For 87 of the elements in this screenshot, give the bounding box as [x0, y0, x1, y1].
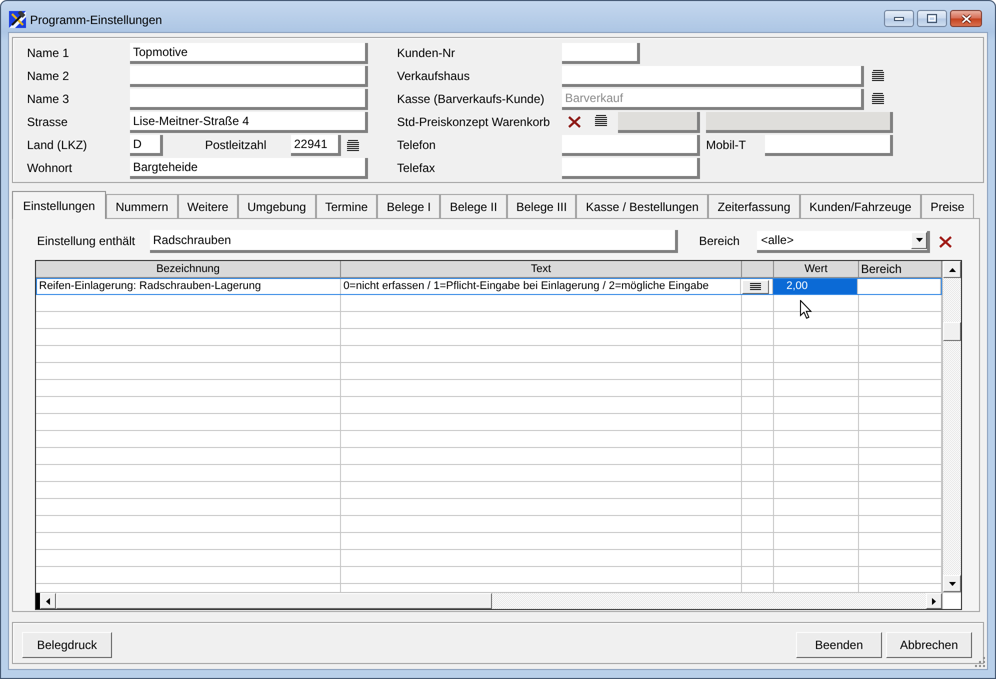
- list-icon[interactable]: [347, 140, 359, 151]
- field-label: Std-Preiskonzept Warenkorb: [397, 114, 551, 131]
- field-label: Name 2: [27, 68, 70, 85]
- column-header[interactable]: Bereich: [859, 261, 942, 278]
- field-label: Telefax: [397, 160, 436, 177]
- field-label: Bereich: [699, 233, 741, 250]
- scrollbar-thumb[interactable]: [56, 593, 492, 609]
- field-label: Strasse: [27, 114, 69, 131]
- tab[interactable]: Kunden/Fahrzeuge: [800, 194, 921, 218]
- field-label: Name 3: [27, 91, 70, 108]
- cross-icon[interactable]: [568, 116, 581, 128]
- up-arrow-icon: [948, 268, 956, 272]
- dialog-button[interactable]: Beenden: [796, 632, 882, 658]
- lookup-field[interactable]: Barverkauf: [562, 89, 864, 110]
- field-label: Kasse (Barverkaufs-Kunde): [397, 91, 546, 108]
- tab[interactable]: Umgebung: [238, 194, 316, 218]
- tab[interactable]: Kasse / Bestellungen: [576, 194, 708, 218]
- vertical-scrollbar[interactable]: [942, 261, 961, 592]
- field-label: Wohnort: [27, 160, 74, 177]
- tab[interactable]: Belege I: [377, 194, 440, 218]
- country-field[interactable]: D: [130, 135, 163, 156]
- field-label: Mobil-T: [706, 137, 748, 154]
- mobile-field[interactable]: [765, 135, 893, 156]
- scroll-down-button[interactable]: [943, 575, 961, 592]
- field-label: Kunden-Nr: [397, 45, 456, 62]
- table-cell: Reifen-Einlagerung: Radschrauben-Lagerung: [37, 279, 342, 294]
- tab[interactable]: Nummern: [106, 194, 178, 218]
- minimize-icon: [894, 16, 904, 20]
- field-label: Telefon: [397, 137, 437, 154]
- table-cell[interactable]: 2,00: [773, 279, 858, 294]
- table-row[interactable]: Reifen-Einlagerung: Radschrauben-Lagerung 0=nicht erfassen / 1=Pflicht-Eingabe bei Einlagerung / 2=mögliche Eingabe 2,00: [36, 278, 942, 295]
- horizontal-scrollbar[interactable]: [36, 593, 942, 609]
- row-button[interactable]: [742, 280, 770, 294]
- dialog-button[interactable]: Abbrechen: [886, 632, 972, 658]
- text-field[interactable]: Topmotive: [130, 43, 368, 64]
- left-arrow-icon: [46, 598, 50, 604]
- text-field[interactable]: [130, 89, 368, 110]
- text-field[interactable]: Lise-Meitner-Straße 4: [130, 112, 368, 133]
- field-label: Land (LKZ): [27, 137, 88, 154]
- postcode-field[interactable]: 22941: [291, 135, 341, 156]
- tab[interactable]: Weitere: [178, 194, 238, 218]
- field-label: Einstellung enthält: [37, 233, 136, 250]
- row-marker: [36, 593, 40, 609]
- minimize-button[interactable]: [884, 10, 914, 27]
- mouse-pointer-icon: [800, 300, 812, 319]
- right-arrow-icon: [932, 598, 936, 604]
- caret-icon: [916, 238, 922, 242]
- column-header[interactable]: Bezeichnung: [36, 261, 341, 278]
- tab[interactable]: Belege III: [506, 194, 576, 218]
- maximize-button[interactable]: [917, 10, 947, 27]
- number-field[interactable]: [562, 43, 640, 64]
- close-icon: [960, 14, 972, 24]
- field-label: Name 1: [27, 45, 70, 62]
- tab[interactable]: Termine: [316, 194, 378, 218]
- window-title: Programm-Einstellungen: [30, 12, 162, 28]
- text-field[interactable]: Bargteheide: [130, 158, 368, 179]
- list-icon[interactable]: [872, 70, 884, 81]
- phone-field[interactable]: [562, 135, 700, 156]
- filter-field[interactable]: Radschrauben: [150, 230, 678, 253]
- scroll-left-button[interactable]: [40, 593, 56, 609]
- area-dropdown[interactable]: <alle>: [757, 230, 930, 252]
- column-header[interactable]: Text: [341, 261, 742, 278]
- tab[interactable]: Preise: [920, 194, 974, 218]
- tab[interactable]: Zeiterfassung: [708, 194, 800, 218]
- fax-field[interactable]: [562, 158, 700, 179]
- tools-icon: [9, 11, 26, 28]
- text-field[interactable]: [130, 66, 368, 87]
- cross-icon[interactable]: [939, 236, 952, 248]
- lookup-field[interactable]: [562, 66, 864, 87]
- list-icon[interactable]: [872, 93, 884, 104]
- table-cell: 0=nicht erfassen / 1=Pflicht-Eingabe bei Einlagerung / 2=mögliche Eingabe: [341, 279, 742, 294]
- tab[interactable]: Belege II: [440, 194, 507, 218]
- dropdown-button[interactable]: [911, 232, 927, 248]
- field-label: Postleitzahl: [205, 137, 268, 154]
- maximize-icon: [927, 14, 937, 23]
- dialog-button[interactable]: Belegdruck: [22, 632, 112, 658]
- list-icon[interactable]: [595, 115, 607, 126]
- scrollbar-thumb[interactable]: [943, 322, 961, 341]
- scroll-up-button[interactable]: [943, 261, 961, 278]
- column-header[interactable]: Wert: [774, 261, 859, 278]
- list-icon: [750, 282, 762, 290]
- resize-grip-icon: [974, 656, 985, 667]
- field-label: Verkaufshaus: [397, 68, 471, 85]
- close-button[interactable]: [950, 10, 982, 27]
- tab[interactable]: Einstellungen: [12, 191, 106, 219]
- scroll-right-button[interactable]: [926, 593, 942, 609]
- down-arrow-icon: [948, 582, 956, 586]
